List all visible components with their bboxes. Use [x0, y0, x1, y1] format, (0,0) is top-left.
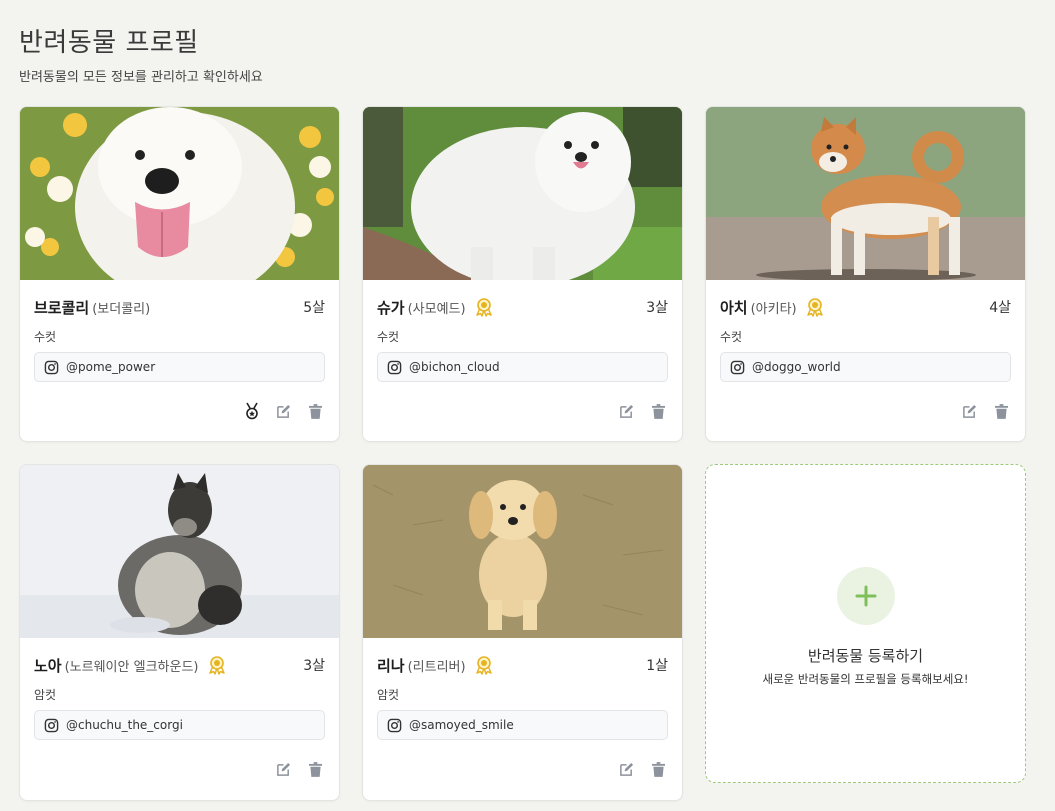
pet-photo [20, 107, 339, 280]
edit-button[interactable] [617, 402, 636, 421]
add-button[interactable] [837, 567, 895, 625]
delete-button[interactable] [649, 402, 668, 421]
pet-name: 슈가 [377, 298, 405, 317]
edit-button[interactable] [617, 760, 636, 779]
instagram-handle: @pome_power [66, 360, 156, 374]
instagram-handle: @chuchu_the_corgi [66, 718, 183, 732]
instagram-link[interactable]: @pome_power [34, 352, 325, 382]
award-ribbon-icon [475, 298, 492, 317]
add-pet-description: 새로운 반려동물의 프로필을 등록해보세요! [762, 672, 969, 686]
pet-photo [363, 107, 682, 280]
trash-icon [652, 403, 665, 419]
trash-icon [309, 403, 322, 419]
trash-icon [995, 403, 1008, 419]
pet-breed: (아키타) [750, 301, 797, 317]
trash-icon [309, 761, 322, 777]
pet-name: 아치 [720, 298, 748, 317]
pet-sex: 수컷 [720, 330, 743, 344]
delete-button[interactable] [306, 402, 325, 421]
instagram-link[interactable]: @bichon_cloud [377, 352, 668, 382]
pet-photo [706, 107, 1025, 280]
pet-name: 리나 [377, 656, 405, 675]
edit-icon [963, 404, 977, 418]
delete-button[interactable] [306, 760, 325, 779]
instagram-handle: @samoyed_smile [409, 718, 514, 732]
pet-card[interactable]: 노아 (노르웨이안 엘크하운드) 3살 암컷 @chuchu_the_corgi [19, 464, 340, 801]
award-ribbon-icon [208, 656, 225, 675]
instagram-link[interactable]: @chuchu_the_corgi [34, 710, 325, 740]
delete-button[interactable] [649, 760, 668, 779]
pet-sex: 암컷 [377, 688, 400, 702]
pet-breed: (노르웨이안 엘크하운드) [64, 659, 199, 675]
pet-breed: (보더콜리) [92, 301, 151, 317]
pet-card[interactable]: 리나 (리트리버) 1살 암컷 @samoyed_smile [362, 464, 683, 801]
edit-icon [620, 404, 634, 418]
pet-sex: 수컷 [377, 330, 400, 344]
pet-age: 5살 [303, 300, 325, 316]
award-ribbon-icon [475, 656, 492, 675]
pet-sex: 수컷 [34, 330, 57, 344]
instagram-icon [44, 718, 59, 732]
medal-icon[interactable] [242, 402, 261, 421]
award-ribbon-icon [806, 298, 823, 317]
pet-age: 4살 [989, 300, 1011, 316]
instagram-icon [730, 360, 745, 374]
edit-icon [620, 762, 634, 776]
pet-card[interactable]: 브로콜리 (보더콜리) 5살 수컷 @pome_power [19, 106, 340, 442]
edit-icon [277, 404, 291, 418]
pet-breed: (리트리버) [407, 659, 466, 675]
page-title: 반려동물 프로필 [19, 28, 199, 58]
pet-card[interactable]: 슈가 (사모예드) 3살 수컷 @bichon_cloud [362, 106, 683, 442]
pet-sex: 암컷 [34, 688, 57, 702]
delete-button[interactable] [992, 402, 1011, 421]
pet-breed: (사모예드) [407, 301, 466, 317]
edit-button[interactable] [960, 402, 979, 421]
pet-age: 1살 [646, 658, 668, 674]
pet-age: 3살 [303, 658, 325, 674]
pet-name: 브로콜리 [34, 298, 90, 317]
instagram-link[interactable]: @doggo_world [720, 352, 1011, 382]
plus-icon [855, 585, 877, 607]
instagram-icon [44, 360, 59, 374]
add-pet-card[interactable]: 반려동물 등록하기 새로운 반려동물의 프로필을 등록해보세요! [705, 464, 1026, 783]
edit-button[interactable] [274, 760, 293, 779]
pet-photo [20, 465, 339, 638]
pet-age: 3살 [646, 300, 668, 316]
page-subtitle: 반려동물의 모든 정보를 관리하고 확인하세요 [19, 70, 263, 85]
pet-name: 노아 [34, 656, 62, 675]
instagram-icon [387, 360, 402, 374]
add-pet-title: 반려동물 등록하기 [807, 647, 924, 665]
pet-photo [363, 465, 682, 638]
edit-icon [277, 762, 291, 776]
instagram-handle: @doggo_world [752, 360, 841, 374]
instagram-link[interactable]: @samoyed_smile [377, 710, 668, 740]
trash-icon [652, 761, 665, 777]
instagram-icon [387, 718, 402, 732]
edit-button[interactable] [274, 402, 293, 421]
instagram-handle: @bichon_cloud [409, 360, 500, 374]
pet-card[interactable]: 아치 (아키타) 4살 수컷 @doggo_world [705, 106, 1026, 442]
